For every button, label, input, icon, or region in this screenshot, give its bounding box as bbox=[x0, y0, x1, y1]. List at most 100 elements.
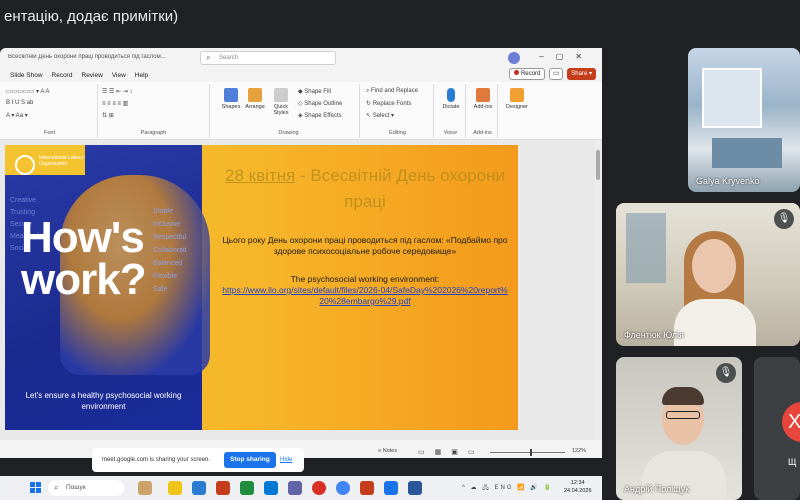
arrange-button[interactable]: Arrange bbox=[244, 88, 266, 110]
video-background bbox=[702, 68, 762, 128]
notes-button[interactable]: ≡ Notes bbox=[378, 448, 397, 454]
stop-sharing-button[interactable]: Stop sharing bbox=[224, 452, 276, 468]
select-button[interactable]: ↖ Select ▾ bbox=[366, 112, 394, 119]
ribbon-group-label: Font bbox=[43, 130, 55, 136]
ribbon-group-voice: Dictate Voice bbox=[436, 84, 466, 138]
record-label: Record bbox=[520, 71, 541, 77]
find-replace-label: Find and Replace bbox=[371, 88, 419, 94]
font-color-row[interactable]: A ▾ Aa ▾ bbox=[6, 112, 28, 119]
slide-body: Цього року День охорони праці проводитьс… bbox=[220, 235, 510, 307]
shape-outline-label: Shape Outline bbox=[304, 101, 343, 107]
designer-icon bbox=[510, 88, 524, 102]
powerpoint-icon[interactable] bbox=[360, 481, 374, 495]
poster-tagline: Let's ensure a healthy psychosocial work… bbox=[25, 391, 182, 411]
participant-name: Galya Kryvenko bbox=[696, 176, 760, 186]
menu-slide-show[interactable]: Slide Show bbox=[10, 72, 43, 79]
slide-scrollbar[interactable] bbox=[595, 140, 601, 440]
participant-video bbox=[662, 387, 704, 405]
window-controls[interactable]: –▢✕ bbox=[539, 52, 594, 61]
slide-body-text: Цього року День охорони праці проводитьс… bbox=[222, 235, 508, 256]
shape-effects-label: Shape Effects bbox=[304, 113, 342, 119]
record-button[interactable]: Record bbox=[508, 68, 546, 80]
participant-tile[interactable]: 🎙 Андрій Поліщук bbox=[616, 357, 742, 500]
taskbar-clock[interactable]: 12:34 24.04.2026 bbox=[564, 479, 592, 495]
record-icon bbox=[513, 70, 519, 75]
word-icon[interactable] bbox=[408, 481, 422, 495]
shape-fill-label: Shape Fill bbox=[304, 89, 331, 95]
slide[interactable]: International Labour Organization Creati… bbox=[5, 145, 518, 430]
participant-tile[interactable]: 🎙 Флентюк Юлія bbox=[616, 203, 800, 346]
shapes-icon bbox=[224, 88, 238, 102]
taskbar-app-icon[interactable] bbox=[384, 481, 398, 495]
shape-outline-button[interactable]: ◇ Shape Outline bbox=[298, 100, 342, 107]
shape-fill-button[interactable]: ◆ Shape Fill bbox=[298, 88, 331, 95]
shapes-button[interactable]: Shapes bbox=[220, 88, 242, 110]
dictate-button[interactable]: Dictate bbox=[440, 88, 462, 110]
teams-icon[interactable] bbox=[288, 481, 302, 495]
ilo-poster-image: International Labour Organization Creati… bbox=[5, 145, 210, 430]
file-explorer-icon[interactable] bbox=[168, 481, 182, 495]
font-format-row[interactable]: B I U S ab bbox=[6, 100, 33, 106]
meet-presentation-title: ентацію, додає примітки) bbox=[4, 8, 179, 25]
ribbon-group-label: Drawing bbox=[278, 130, 299, 136]
direction-buttons[interactable]: ⇅ ⊞ bbox=[102, 112, 114, 119]
align-buttons[interactable]: ≡ ≡ ≡ ≡ ▥ bbox=[102, 100, 128, 107]
document-title: Всесвітній День охорони праці проводитьс… bbox=[8, 54, 166, 60]
ribbon-group-drawing: Shapes Arrange Quick Styles ◆ Shape Fill… bbox=[218, 84, 360, 138]
zoom-slider-knob[interactable] bbox=[530, 449, 532, 456]
taskbar-app-icon[interactable] bbox=[312, 481, 326, 495]
taskbar-app-icon[interactable] bbox=[216, 481, 230, 495]
scrollbar-thumb[interactable] bbox=[596, 150, 600, 180]
clock-date: 24.04.2026 bbox=[564, 488, 592, 494]
mic-muted-icon: 🎙 bbox=[774, 209, 794, 229]
ribbon-group-paragraph: ☰ ☰ ⇤ ⇥ ↕ ≡ ≡ ≡ ≡ ▥ ⇅ ⊞ Paragraph bbox=[98, 84, 210, 138]
taskbar-app-icon[interactable] bbox=[240, 481, 254, 495]
hide-button[interactable]: Hide bbox=[280, 457, 292, 463]
list-buttons[interactable]: ☰ ☰ ⇤ ⇥ ↕ bbox=[102, 88, 132, 95]
menu-help[interactable]: Help bbox=[135, 72, 148, 79]
quick-styles-button[interactable]: Quick Styles bbox=[270, 88, 292, 116]
shape-effects-button[interactable]: ◈ Shape Effects bbox=[298, 112, 342, 119]
arrange-label: Arrange bbox=[245, 104, 265, 110]
taskbar-app-icon[interactable] bbox=[138, 481, 152, 495]
poster-word: Stable bbox=[153, 208, 173, 215]
find-replace-button[interactable]: ⌕ Find and Replace bbox=[366, 88, 418, 95]
zoom-slider[interactable] bbox=[490, 452, 565, 453]
ppt-titlebar: Всесвітній День охорони праці проводитьс… bbox=[0, 48, 602, 68]
zoom-level[interactable]: 122% bbox=[572, 448, 586, 454]
replace-fonts-button[interactable]: ↻ Replace Fonts bbox=[366, 100, 411, 107]
font-name-box[interactable]: ▭▭▭▭▭ ▾ A A bbox=[6, 88, 49, 95]
chrome-icon[interactable] bbox=[336, 481, 350, 495]
designer-button[interactable]: Designer bbox=[506, 88, 528, 110]
ribbon-group-editing: ⌕ Find and Replace ↻ Replace Fonts ↖ Sel… bbox=[362, 84, 434, 138]
windows-taskbar: ⌕ Пошук ^ ☁ 🖧 ENG 📶 🔊 🔋 12:34 24.04.2026 bbox=[0, 476, 602, 500]
search-icon: ⌕ bbox=[206, 53, 211, 62]
view-buttons[interactable]: ▭▦▣▭ bbox=[418, 448, 484, 456]
screen-sharing-bar: meet.google.com is sharing your screen. … bbox=[92, 448, 304, 472]
share-button[interactable]: Share ▾ bbox=[567, 68, 596, 80]
addins-icon bbox=[476, 88, 490, 102]
taskbar-app-icon[interactable] bbox=[192, 481, 206, 495]
poster-headline-line: work? bbox=[21, 255, 147, 304]
menu-view[interactable]: View bbox=[112, 72, 126, 79]
mic-muted-icon: 🎙 bbox=[716, 363, 736, 383]
menu-record[interactable]: Record bbox=[52, 72, 73, 79]
taskbar-search-placeholder: Пошук bbox=[66, 484, 86, 491]
ribbon-group-label: Editing bbox=[389, 130, 406, 136]
video-background bbox=[626, 213, 666, 283]
edge-icon[interactable] bbox=[264, 481, 278, 495]
search-icon: ⌕ bbox=[54, 483, 59, 492]
ppt-search-box[interactable]: ⌕ Search bbox=[200, 51, 336, 65]
account-avatar[interactable] bbox=[508, 52, 520, 64]
addins-button[interactable]: Add-ins bbox=[472, 88, 494, 110]
system-tray[interactable]: ^ ☁ 🖧 ENG 📶 🔊 🔋 bbox=[462, 483, 553, 493]
slide-report-link[interactable]: https://www.ilo.org/sites/default/files/… bbox=[220, 285, 510, 307]
participant-tile[interactable]: Galya Kryvenko bbox=[688, 48, 800, 192]
participant-tile[interactable]: Х Щ bbox=[754, 357, 800, 500]
taskbar-search[interactable]: ⌕ Пошук bbox=[48, 480, 124, 496]
menu-review[interactable]: Review bbox=[82, 72, 103, 79]
camera-icon[interactable]: ▭ bbox=[549, 68, 564, 80]
windows-start-icon[interactable] bbox=[30, 482, 42, 494]
poster-headline: How's work? bbox=[21, 216, 147, 304]
quick-styles-label: Quick Styles bbox=[273, 104, 289, 116]
